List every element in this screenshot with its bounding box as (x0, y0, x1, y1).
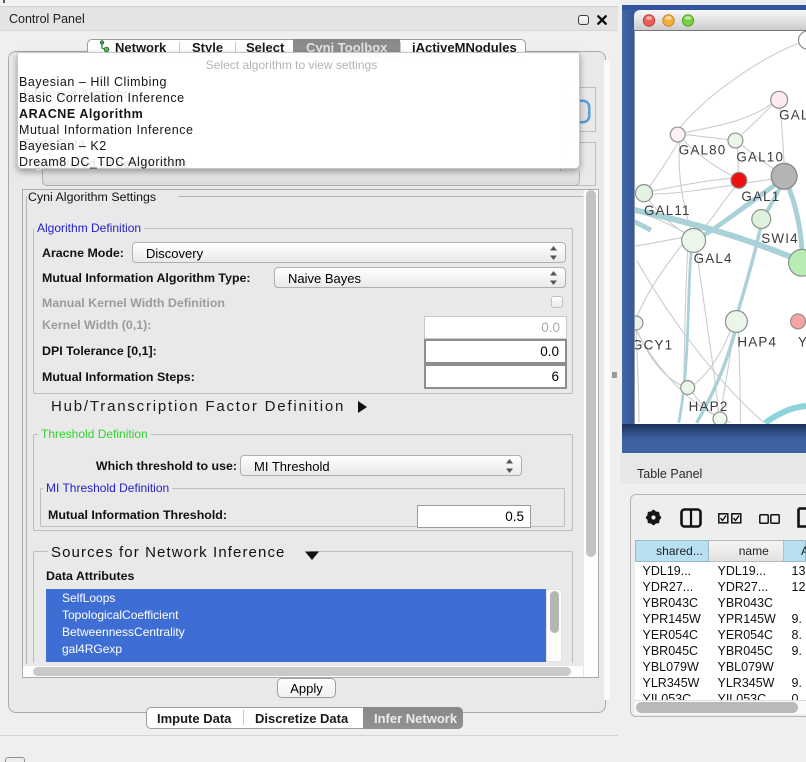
svg-text:SWI4: SWI4 (761, 231, 799, 246)
svg-text:HAP4: HAP4 (737, 334, 777, 349)
svg-text:HAP2: HAP2 (689, 399, 729, 414)
svg-text:GAL10: GAL10 (736, 149, 784, 164)
svg-text:GAL80: GAL80 (679, 142, 727, 157)
svg-text:GAL4: GAL4 (694, 251, 733, 266)
svg-text:YJ: YJ (798, 334, 806, 349)
svg-text:GAL11: GAL11 (644, 203, 691, 218)
svg-text:GAL1: GAL1 (741, 189, 780, 204)
svg-text:GAL7: GAL7 (779, 108, 806, 123)
svg-text:GCY1: GCY1 (634, 337, 673, 352)
